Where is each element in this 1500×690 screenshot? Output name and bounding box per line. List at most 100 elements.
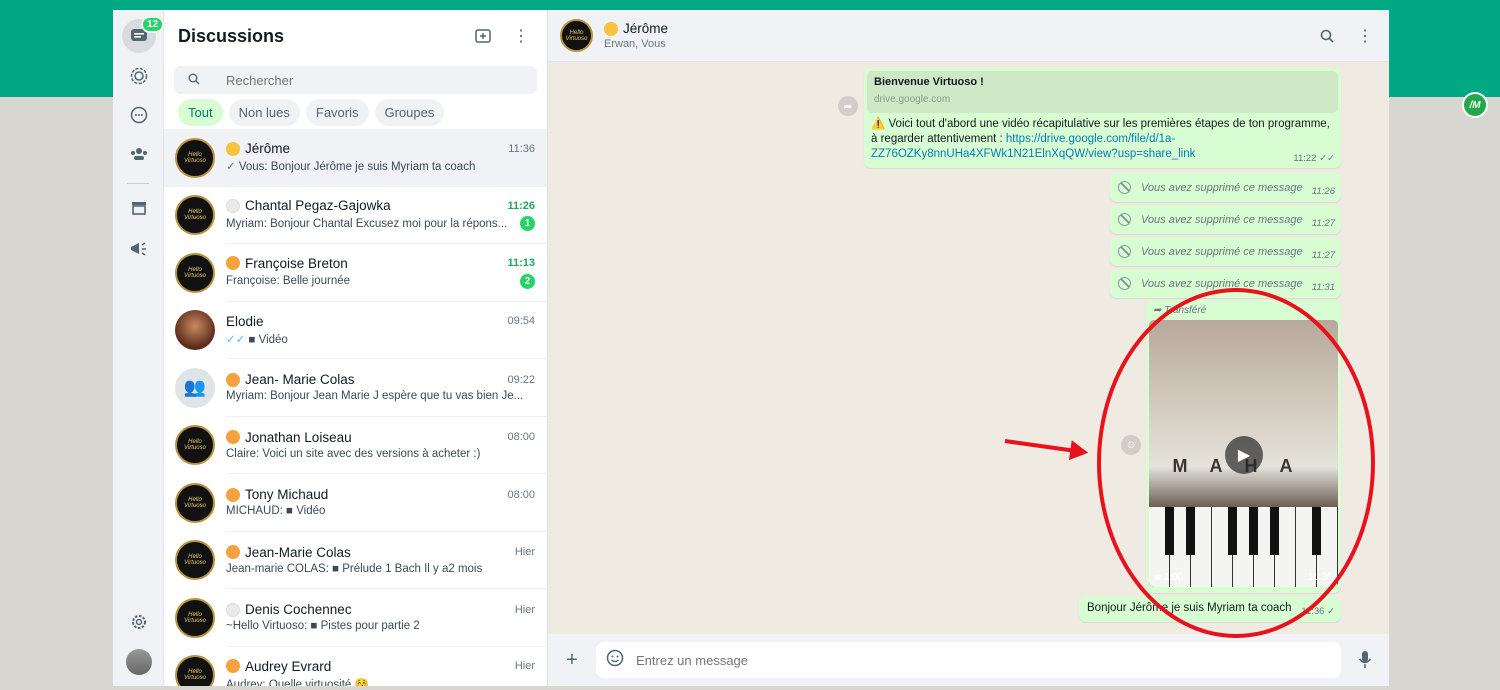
- chat-preview: Myriam: Bonjour Chantal Excusez moi pour…: [226, 218, 516, 230]
- communities-icon[interactable]: [127, 142, 151, 166]
- deleted-message[interactable]: Vous avez supprimé ce message 11:27: [1110, 205, 1341, 234]
- filter-all[interactable]: Tout: [178, 99, 223, 126]
- chat-avatar: Hello Virtuoso: [175, 252, 215, 293]
- preview-text: Françoise: Belle journée: [226, 275, 351, 288]
- sticker-icon[interactable]: [606, 649, 624, 672]
- nav-rail: 12: [113, 10, 165, 686]
- emoji-status-icon: [226, 372, 240, 387]
- filter-groups[interactable]: Groupes: [374, 99, 445, 126]
- new-chat-icon[interactable]: [471, 24, 495, 48]
- status-badge: 12: [141, 16, 165, 33]
- chat-time: Hier: [514, 546, 535, 559]
- welcome-message[interactable]: Bienvenue Virtuoso ! drive.google.com ⚠️…: [864, 68, 1341, 168]
- chat-list-panel: Discussions ⋮ Tout Non lues Favoris Grou…: [164, 10, 548, 686]
- chat-time: 08:00: [507, 431, 535, 444]
- conversation-header[interactable]: Hello Virtuoso Jérôme Erwan, Vous ⋮: [548, 10, 1389, 62]
- preview-text: Claire: Voici un site avec des versions …: [226, 447, 481, 460]
- deleted-text: Vous avez supprimé ce message: [1141, 213, 1303, 226]
- chat-name: Jonathan Loiseau: [245, 429, 352, 445]
- profile-avatar[interactable]: [126, 649, 152, 675]
- search-chat-icon[interactable]: [1315, 24, 1339, 48]
- contact-avatar[interactable]: Hello Virtuoso: [560, 19, 593, 52]
- link-preview[interactable]: Bienvenue Virtuoso ! drive.google.com: [867, 71, 1338, 113]
- chat-row[interactable]: Hello Virtuoso Jean-Marie Colas Hier Jean…: [164, 532, 547, 589]
- chat-preview: Claire: Voici un site avec des versions …: [226, 448, 535, 460]
- preview-title: Bienvenue Virtuoso !: [874, 76, 984, 88]
- search-input[interactable]: [226, 72, 486, 88]
- chat-preview: ~Hello Virtuoso: ■ Pistes pour partie 2: [226, 620, 535, 632]
- emoji-status-icon: [226, 256, 240, 271]
- preview-text: Vous: Bonjour Jérôme je suis Myriam ta c…: [238, 161, 476, 174]
- message-time: 11:22: [1293, 153, 1317, 164]
- chat-name: Denis Cochennec: [245, 602, 352, 618]
- deleted-icon: [1118, 181, 1131, 194]
- microphone-icon[interactable]: [1353, 648, 1377, 672]
- chat-avatar: Hello Virtuoso: [175, 137, 215, 178]
- tick-icon: ✓: [226, 161, 236, 174]
- chat-name: Audrey Evrard: [245, 658, 332, 674]
- chat-avatar: [175, 310, 215, 351]
- chat-time: 09:54: [507, 315, 535, 328]
- emoji-status-icon: [226, 545, 240, 560]
- message-input[interactable]: [636, 652, 1236, 668]
- chat-menu-icon[interactable]: ⋮: [1353, 24, 1377, 48]
- chat-row[interactable]: Hello Virtuoso Jonathan Loiseau 08:00 Cla…: [164, 417, 547, 474]
- chat-avatar: Hello Virtuoso: [175, 425, 215, 466]
- sidebar-header: Discussions ⋮: [164, 10, 547, 62]
- chat-time: 11:26: [507, 199, 535, 212]
- search-bar[interactable]: [174, 66, 537, 94]
- emoji-status-icon: [226, 198, 240, 213]
- forward-icon[interactable]: ➦: [838, 96, 858, 116]
- filter-unread[interactable]: Non lues: [228, 99, 300, 126]
- chat-row[interactable]: Hello Virtuoso Audrey Evrard Hier Audrey:…: [164, 647, 547, 686]
- settings-icon[interactable]: [127, 610, 151, 634]
- preview-text: ■ Vidéo: [248, 333, 288, 346]
- annotation-circle: [1097, 288, 1375, 638]
- preview-text: Audrey: Quelle virtuosité 😚: [226, 678, 369, 686]
- chat-row[interactable]: Hello Virtuoso Denis Cochennec Hier ~Hell…: [164, 589, 547, 647]
- broadcast-icon[interactable]: [127, 237, 151, 261]
- filter-favorites[interactable]: Favoris: [305, 99, 369, 126]
- chat-time: 11:36: [508, 142, 535, 155]
- preview-text: MICHAUD: ■ Vidéo: [226, 505, 326, 518]
- deleted-icon: [1118, 213, 1131, 226]
- chat-time: 08:00: [507, 488, 535, 501]
- deleted-message[interactable]: Vous avez supprimé ce message 11:26: [1110, 173, 1341, 202]
- chat-list: Hello Virtuoso Jérôme 11:36 ✓ Vous: Bonjo…: [164, 129, 547, 686]
- channels-icon[interactable]: [127, 103, 151, 127]
- chat-row[interactable]: Elodie 09:54 ✓✓ ■ Vidéo: [164, 302, 547, 359]
- chat-time: Hier: [514, 660, 535, 673]
- chat-preview: Françoise: Belle journée: [226, 275, 516, 287]
- chat-name: Jean-Marie Colas: [245, 544, 351, 560]
- chat-name: Tony Michaud: [245, 487, 329, 503]
- chat-row[interactable]: 👥 Jean- Marie Colas 09:22 Myriam: Bonjou…: [164, 359, 547, 417]
- composer: +: [548, 634, 1389, 686]
- status-icon[interactable]: [127, 64, 151, 88]
- store-icon[interactable]: [127, 196, 151, 220]
- message-box[interactable]: [596, 642, 1341, 678]
- menu-icon[interactable]: ⋮: [509, 24, 533, 48]
- chat-row[interactable]: Hello Virtuoso Françoise Breton 11:13 Fra…: [164, 244, 547, 302]
- message-time: 11:31: [1311, 282, 1335, 293]
- chat-row[interactable]: Hello Virtuoso Chantal Pegaz-Gajowka 11:2…: [164, 187, 547, 244]
- chat-preview: Jean-marie COLAS: ■ Prélude 1 Bach Il y …: [226, 563, 535, 575]
- chat-avatar: Hello Virtuoso: [175, 540, 215, 581]
- deleted-text: Vous avez supprimé ce message: [1141, 245, 1303, 258]
- deleted-message[interactable]: Vous avez supprimé ce message 11:27: [1110, 237, 1341, 266]
- group-avatar-icon: 👥: [175, 367, 215, 408]
- chat-name: Elodie: [226, 313, 264, 329]
- extension-badge[interactable]: /M: [1462, 92, 1488, 118]
- contact-emoji-icon: [604, 21, 618, 36]
- attach-plus-icon[interactable]: +: [560, 648, 584, 672]
- chat-preview: MICHAUD: ■ Vidéo: [226, 505, 535, 517]
- chat-row[interactable]: Hello Virtuoso Jérôme 11:36 ✓ Vous: Bonjo…: [164, 129, 547, 187]
- chat-name: Jean- Marie Colas: [245, 372, 355, 388]
- chat-time: 09:22: [507, 373, 535, 386]
- chat-avatar: Hello Virtuoso: [175, 482, 215, 523]
- filter-chips: Tout Non lues Favoris Groupes: [164, 94, 547, 126]
- chat-row[interactable]: Hello Virtuoso Tony Michaud 08:00 MICHAUD…: [164, 474, 547, 532]
- preview-text: ~Hello Virtuoso: ■ Pistes pour partie 2: [226, 620, 420, 633]
- unread-badge: 1: [520, 216, 535, 232]
- read-ticks-icon: ✓✓: [1319, 153, 1335, 164]
- deleted-icon: [1118, 277, 1131, 290]
